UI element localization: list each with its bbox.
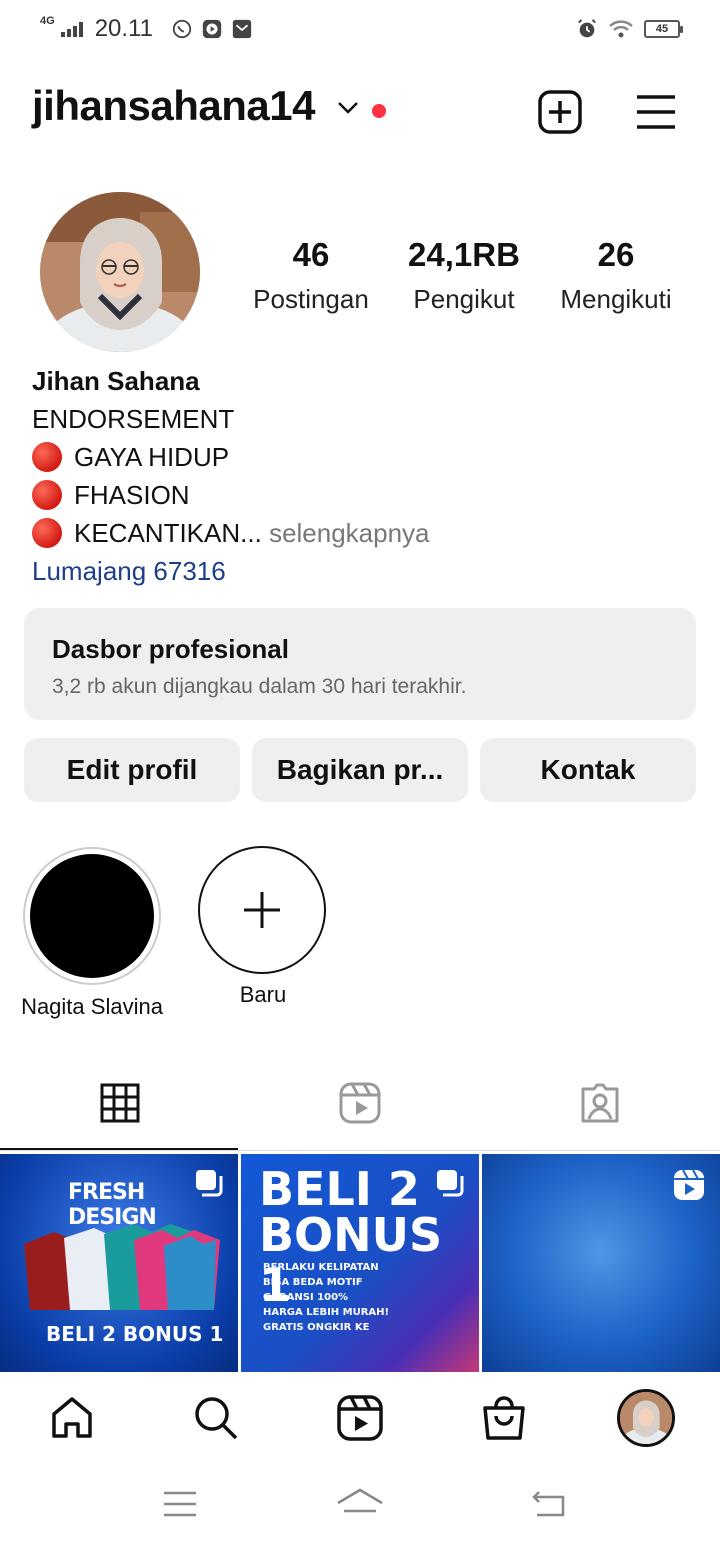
post-point: GRATIS ONGKIR KE: [263, 1322, 370, 1333]
post-thumbnail[interactable]: FRESH DESIGN BELI 2 BONUS 1: [0, 1154, 238, 1372]
post-points-list: BERLAKU KELIPATAN BISA BEDA MOTIF GARANS…: [263, 1260, 389, 1335]
posts-count[interactable]: 46 Postingan: [236, 236, 386, 315]
post-promo-text: BELI 2 BONUS 1: [46, 1322, 224, 1346]
post-thumbnail[interactable]: [482, 1154, 720, 1372]
system-back-button[interactable]: [518, 1482, 578, 1526]
following-count-label: Mengikuti: [560, 284, 672, 314]
tab-grid[interactable]: [0, 1078, 240, 1128]
tab-tagged[interactable]: [480, 1078, 720, 1128]
contact-button[interactable]: Kontak: [480, 738, 696, 802]
tab-reels[interactable]: [240, 1078, 480, 1128]
following-count-value: 26: [597, 236, 635, 273]
status-bar-left: 4G 20.11: [40, 14, 253, 44]
plus-square-icon: [538, 90, 582, 134]
divider: [0, 1150, 720, 1151]
notification-dot: [372, 104, 386, 118]
nav-shop[interactable]: [474, 1388, 534, 1448]
bottom-navigation: [0, 1372, 720, 1464]
search-icon: [195, 1397, 238, 1440]
display-name: Jihan Sahana: [32, 366, 200, 396]
dashboard-subtitle: 3,2 rb akun dijangkau dalam 30 hari tera…: [52, 675, 467, 698]
system-menu-button[interactable]: [150, 1482, 210, 1526]
bio-line: ENDORSEMENT: [32, 404, 235, 434]
highlight-label: Nagita Slavina: [21, 994, 163, 1019]
following-count[interactable]: 26 Mengikuti: [546, 236, 686, 315]
post-point: HARGA LEBIH MURAH!: [263, 1307, 390, 1318]
location-link[interactable]: Lumajang 67316: [32, 552, 430, 590]
followers-count-value: 24,1RB: [408, 236, 520, 273]
mail-notification-icon: [231, 18, 253, 40]
grid-icon: [100, 1083, 140, 1123]
post-headline: BELI 2: [259, 1162, 420, 1216]
bio-text: KECANTIKAN...: [74, 518, 262, 548]
see-more-link[interactable]: selengkapnya: [269, 514, 429, 552]
plus-icon: [244, 892, 280, 928]
post-point: GARANSI 100%: [263, 1292, 349, 1303]
menu-button[interactable]: [630, 86, 682, 138]
red-circle-emoji: [32, 442, 62, 472]
highlight-cover: [30, 854, 154, 978]
professional-dashboard[interactable]: Dasbor profesional 3,2 rb akun dijangkau…: [24, 608, 696, 720]
wifi-icon: [608, 18, 634, 40]
post-point: BISA BEDA MOTIF: [263, 1277, 363, 1288]
bio-line: KECANTIKAN... selengkapnya: [32, 514, 430, 552]
red-circle-emoji: [32, 480, 62, 510]
battery-icon: 45: [644, 20, 683, 38]
home-icon: [52, 1397, 92, 1438]
highlight-label: Baru: [239, 982, 287, 1007]
posts-count-value: 46: [292, 236, 330, 273]
system-home-button[interactable]: [330, 1482, 390, 1526]
shopping-bag-icon: [483, 1396, 525, 1440]
red-circle-emoji: [32, 518, 62, 548]
back-icon: [532, 1491, 565, 1517]
followers-count-label: Pengikut: [413, 284, 515, 314]
reels-icon: [337, 1395, 383, 1441]
highlight-ring: [23, 847, 161, 985]
nav-search[interactable]: [186, 1388, 246, 1448]
bio-text: GAYA HIDUP: [74, 442, 230, 472]
system-navigation: [0, 1464, 720, 1544]
carousel-icon: [194, 1168, 224, 1203]
edit-profile-button[interactable]: Edit profil: [24, 738, 240, 802]
reel-icon: [672, 1168, 706, 1207]
nav-home[interactable]: [42, 1388, 102, 1448]
nav-profile[interactable]: [616, 1388, 676, 1448]
reels-icon: [339, 1082, 381, 1124]
jersey-graphic: [24, 1224, 220, 1310]
hamburger-icon: [637, 95, 675, 129]
bio-text: FHASION: [74, 480, 190, 510]
share-profile-button[interactable]: Bagikan pr...: [252, 738, 468, 802]
network-type: 4G: [40, 15, 55, 27]
bio-line: FHASION: [32, 476, 430, 514]
profile-avatar[interactable]: [40, 192, 200, 352]
followers-count[interactable]: 24,1RB Pengikut: [394, 236, 534, 315]
chevron-down-icon[interactable]: [336, 100, 360, 121]
post-point: BERLAKU KELIPATAN: [263, 1262, 379, 1273]
home-outline-icon: [337, 1488, 383, 1513]
whatsapp-icon: [171, 18, 193, 40]
profile-bio: Jihan Sahana ENDORSEMENT GAYA HIDUP FHAS…: [32, 362, 430, 590]
status-bar-right: 45: [576, 14, 683, 44]
create-post-button[interactable]: [534, 86, 586, 138]
carousel-icon: [435, 1168, 465, 1203]
dashboard-title: Dasbor profesional: [52, 634, 289, 664]
posts-count-label: Postingan: [253, 284, 369, 314]
username-switcher[interactable]: jihansahana14: [32, 82, 315, 130]
alarm-icon: [576, 18, 598, 40]
menu-lines-icon: [164, 1491, 196, 1517]
signal-icon: [60, 21, 83, 37]
nav-reels[interactable]: [330, 1388, 390, 1448]
bio-line: GAYA HIDUP: [32, 438, 430, 476]
highlight-item[interactable]: [23, 847, 161, 985]
tagged-person-icon: [581, 1083, 619, 1123]
profile-avatar-small: [617, 1389, 675, 1447]
highlight-new-ring: [198, 846, 326, 974]
clock: 20.11: [94, 15, 153, 42]
play-notification-icon: [201, 18, 223, 40]
post-thumbnail[interactable]: BELI 2 BONUS 1 BERLAKU KELIPATAN BISA BE…: [241, 1154, 479, 1372]
new-highlight-button[interactable]: [198, 846, 326, 974]
